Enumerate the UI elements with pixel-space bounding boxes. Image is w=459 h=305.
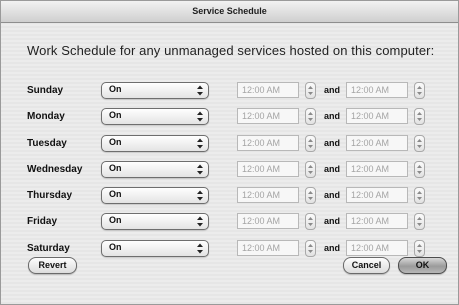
popup-arrows-icon: [197, 243, 203, 254]
stepper-arrows-icon: [308, 86, 313, 95]
schedule-row-friday: Friday On 12:00 AM and 12:00 AM: [1, 213, 459, 233]
mode-popup-value: On: [109, 84, 122, 94]
schedule-row-wednesday: Wednesday On 12:00 AM and 12:00 AM: [1, 161, 459, 181]
popup-arrows-icon: [197, 164, 203, 175]
and-label: and: [324, 243, 341, 253]
mode-popup[interactable]: On: [101, 82, 209, 99]
popup-arrows-icon: [197, 85, 203, 96]
stepper-arrows-icon: [417, 217, 422, 226]
popup-arrows-icon: [197, 190, 203, 201]
start-time-field[interactable]: 12:00 AM: [237, 161, 299, 177]
mode-popup[interactable]: On: [101, 135, 209, 152]
mode-popup-value: On: [109, 163, 122, 173]
stepper-arrows-icon: [417, 165, 422, 174]
end-time-stepper[interactable]: [414, 187, 425, 204]
day-label: Sunday: [27, 85, 64, 96]
end-time-field[interactable]: 12:00 AM: [346, 213, 408, 229]
popup-arrows-icon: [197, 138, 203, 149]
start-time-stepper[interactable]: [305, 82, 316, 99]
end-time-stepper[interactable]: [414, 161, 425, 178]
stepper-arrows-icon: [417, 112, 422, 121]
start-time-stepper[interactable]: [305, 213, 316, 230]
start-time-stepper[interactable]: [305, 135, 316, 152]
start-time-stepper[interactable]: [305, 240, 316, 257]
day-label: Friday: [27, 216, 58, 227]
stepper-arrows-icon: [308, 165, 313, 174]
start-time-field[interactable]: 12:00 AM: [237, 108, 299, 124]
and-label: and: [324, 85, 341, 95]
schedule-row-tuesday: Tuesday On 12:00 AM and 12:00 AM: [1, 135, 459, 155]
start-time-field[interactable]: 12:00 AM: [237, 213, 299, 229]
stepper-arrows-icon: [308, 112, 313, 121]
mode-popup[interactable]: On: [101, 187, 209, 204]
mode-popup-value: On: [109, 110, 122, 120]
end-time-stepper[interactable]: [414, 240, 425, 257]
start-time-field[interactable]: 12:00 AM: [237, 82, 299, 98]
end-time-field[interactable]: 12:00 AM: [346, 187, 408, 203]
day-label: Wednesday: [27, 164, 83, 175]
end-time-field[interactable]: 12:00 AM: [346, 135, 408, 151]
schedule-heading: Work Schedule for any unmanaged services…: [27, 43, 435, 58]
day-label: Monday: [27, 111, 65, 122]
end-time-field[interactable]: 12:00 AM: [346, 108, 408, 124]
and-label: and: [324, 216, 341, 226]
start-time-field[interactable]: 12:00 AM: [237, 240, 299, 256]
stepper-arrows-icon: [308, 217, 313, 226]
ok-button[interactable]: OK: [398, 257, 447, 274]
end-time-field[interactable]: 12:00 AM: [346, 82, 408, 98]
service-schedule-window: Service Schedule Work Schedule for any u…: [0, 0, 459, 305]
mode-popup[interactable]: On: [101, 240, 209, 257]
mode-popup-value: On: [109, 137, 122, 147]
start-time-field[interactable]: 12:00 AM: [237, 135, 299, 151]
and-label: and: [324, 164, 341, 174]
stepper-arrows-icon: [417, 139, 422, 148]
mode-popup[interactable]: On: [101, 213, 209, 230]
popup-arrows-icon: [197, 111, 203, 122]
end-time-field[interactable]: 12:00 AM: [346, 240, 408, 256]
stepper-arrows-icon: [308, 244, 313, 253]
window-title: Service Schedule: [1, 1, 458, 23]
start-time-field[interactable]: 12:00 AM: [237, 187, 299, 203]
start-time-stepper[interactable]: [305, 108, 316, 125]
day-label: Tuesday: [27, 138, 67, 149]
mode-popup-value: On: [109, 242, 122, 252]
stepper-arrows-icon: [417, 191, 422, 200]
end-time-stepper[interactable]: [414, 213, 425, 230]
schedule-row-sunday: Sunday On 12:00 AM and 12:00 AM: [1, 82, 459, 102]
revert-button[interactable]: Revert: [28, 257, 77, 274]
start-time-stepper[interactable]: [305, 161, 316, 178]
mode-popup[interactable]: On: [101, 108, 209, 125]
stepper-arrows-icon: [308, 139, 313, 148]
stepper-arrows-icon: [417, 244, 422, 253]
start-time-stepper[interactable]: [305, 187, 316, 204]
day-label: Saturday: [27, 243, 70, 254]
and-label: and: [324, 111, 341, 121]
schedule-row-thursday: Thursday On 12:00 AM and 12:00 AM: [1, 187, 459, 207]
stepper-arrows-icon: [308, 191, 313, 200]
and-label: and: [324, 190, 341, 200]
popup-arrows-icon: [197, 216, 203, 227]
end-time-stepper[interactable]: [414, 82, 425, 99]
mode-popup-value: On: [109, 215, 122, 225]
cancel-button[interactable]: Cancel: [343, 257, 390, 274]
end-time-stepper[interactable]: [414, 135, 425, 152]
end-time-stepper[interactable]: [414, 108, 425, 125]
schedule-row-monday: Monday On 12:00 AM and 12:00 AM: [1, 108, 459, 128]
mode-popup-value: On: [109, 189, 122, 199]
mode-popup[interactable]: On: [101, 161, 209, 178]
day-label: Thursday: [27, 190, 73, 201]
and-label: and: [324, 138, 341, 148]
stepper-arrows-icon: [417, 86, 422, 95]
end-time-field[interactable]: 12:00 AM: [346, 161, 408, 177]
